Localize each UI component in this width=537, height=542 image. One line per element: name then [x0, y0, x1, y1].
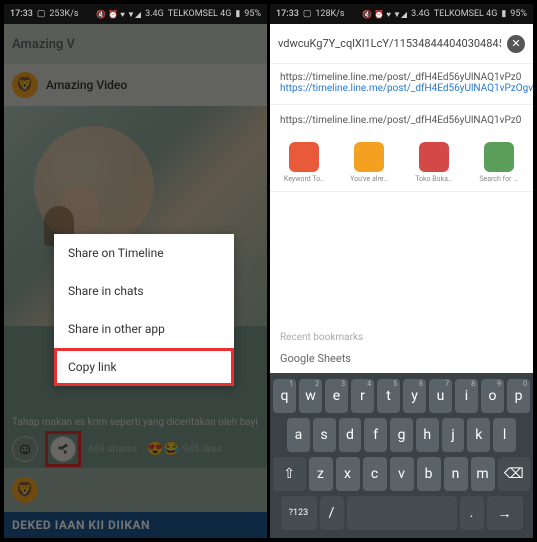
left-phone: 17:33 ▢ 253K/s 🔇 ⏰ ♥ ▼◢ 3.4G TELKOMSEL 4…: [4, 4, 267, 538]
keyboard: q1w2e3r4t5y6u7i8o9p0 asdfghjkl ⇧ zxcvbnm…: [270, 373, 533, 538]
shortcut-1[interactable]: Keyword To…: [274, 142, 335, 183]
shortcut-icon: [484, 142, 514, 172]
status-speed: 128K/s: [315, 9, 344, 19]
key-s[interactable]: s: [313, 418, 336, 452]
enter-key[interactable]: →: [487, 496, 523, 530]
status-bar: 17:33 ▢ 128K/s 🔇 ⏰ ♥ ▼◢ 3.4G TELKOMSEL 4…: [270, 4, 533, 24]
key-d[interactable]: d: [339, 418, 362, 452]
key-m[interactable]: m: [471, 457, 495, 491]
key-w[interactable]: w2: [299, 379, 322, 413]
share-chats[interactable]: Share in chats: [54, 272, 234, 310]
suggestion-line: https://timeline.line.me/post/_dfH4Ed56y…: [280, 115, 523, 126]
backspace-key[interactable]: ⌫: [498, 457, 531, 491]
nfc-icon: ▢: [37, 9, 46, 19]
key-h[interactable]: h: [416, 418, 439, 452]
key-u[interactable]: u7: [429, 379, 452, 413]
key-n[interactable]: n: [444, 457, 468, 491]
key-t[interactable]: t5: [377, 379, 400, 413]
status-time: 17:33: [276, 9, 299, 19]
battery-icon: ▮: [235, 9, 240, 19]
space-key[interactable]: [347, 496, 457, 530]
right-content: vdwcuKg7Y_cqlXl1LcY/1153484440403048457 …: [270, 24, 533, 538]
signal-type: 3.4G: [411, 9, 430, 19]
key-i[interactable]: i8: [455, 379, 478, 413]
key-a[interactable]: a: [287, 418, 310, 452]
nfc-icon: ▢: [303, 9, 312, 19]
suggestion-2[interactable]: https://timeline.line.me/post/_dfH4Ed56y…: [270, 107, 533, 134]
status-time: 17:33: [10, 9, 33, 19]
dot-key[interactable]: .: [460, 496, 484, 530]
battery-icon: ▮: [501, 9, 506, 19]
key-v[interactable]: v: [390, 457, 414, 491]
shortcut-2[interactable]: You've alre…: [339, 142, 400, 183]
carrier: TELKOMSEL 4G: [168, 9, 232, 19]
carrier: TELKOMSEL 4G: [434, 9, 498, 19]
key-f[interactable]: f: [364, 418, 387, 452]
share-timeline[interactable]: Share on Timeline: [54, 234, 234, 272]
key-e[interactable]: e3: [325, 379, 348, 413]
battery-pct: 95%: [244, 9, 261, 19]
shortcut-4[interactable]: Search for …: [468, 142, 529, 183]
copy-link[interactable]: Copy link: [54, 348, 234, 386]
status-icons: 🔇 ⏰ ♥ ▼◢: [362, 10, 407, 19]
suggestion-line: https://timeline.line.me/post/_dfH4Ed56y…: [280, 72, 523, 83]
key-row-1: q1w2e3r4t5y6u7i8o9p0: [273, 379, 530, 413]
shortcut-icon: [419, 142, 449, 172]
status-speed: 253K/s: [49, 9, 78, 19]
key-y[interactable]: y6: [403, 379, 426, 413]
key-g[interactable]: g: [390, 418, 413, 452]
key-x[interactable]: x: [336, 457, 360, 491]
right-phone: 17:33 ▢ 128K/s 🔇 ⏰ ♥ ▼◢ 3.4G TELKOMSEL 4…: [270, 4, 533, 538]
suggestion-1[interactable]: https://timeline.line.me/post/_dfH4Ed56y…: [270, 64, 533, 102]
shortcut-icon: [289, 142, 319, 172]
key-l[interactable]: l: [493, 418, 516, 452]
shift-key[interactable]: ⇧: [273, 457, 306, 491]
clear-icon[interactable]: ✕: [507, 35, 525, 53]
middle-space: Recent bookmarks Google Sheets: [270, 192, 533, 373]
url-text: vdwcuKg7Y_cqlXl1LcY/1153484440403048457: [278, 37, 501, 50]
status-bar: 17:33 ▢ 253K/s 🔇 ⏰ ♥ ▼◢ 3.4G TELKOMSEL 4…: [4, 4, 267, 24]
shortcut-3[interactable]: Toko Buka…: [404, 142, 465, 183]
share-menu: Share on Timeline Share in chats Share i…: [54, 234, 234, 386]
key-b[interactable]: b: [417, 457, 441, 491]
status-icons: 🔇 ⏰ ♥ ▼◢: [96, 10, 141, 19]
key-c[interactable]: c: [363, 457, 387, 491]
google-sheets-item[interactable]: Google Sheets: [280, 352, 351, 365]
key-k[interactable]: k: [467, 418, 490, 452]
battery-pct: 95%: [510, 9, 527, 19]
shortcuts-row: Keyword To… You've alre… Toko Buka… Sear…: [270, 134, 533, 192]
recent-bookmarks-label: Recent bookmarks: [280, 332, 363, 343]
shortcut-icon: [354, 142, 384, 172]
key-j[interactable]: j: [442, 418, 465, 452]
key-o[interactable]: o9: [481, 379, 504, 413]
suggestion-line-active: https://timeline.line.me/post/_dfH4Ed56y…: [280, 83, 523, 94]
slash-key[interactable]: /: [320, 496, 344, 530]
key-p[interactable]: p0: [507, 379, 530, 413]
left-content: Amazing V 🦁 Amazing Video Tahap makan es…: [4, 24, 267, 538]
url-bar[interactable]: vdwcuKg7Y_cqlXl1LcY/1153484440403048457 …: [270, 24, 533, 64]
symbols-key[interactable]: ?123: [281, 496, 317, 530]
key-row-2: asdfghjkl: [273, 418, 530, 452]
key-row-3: ⇧ zxcvbnm ⌫: [273, 457, 530, 491]
share-other-app[interactable]: Share in other app: [54, 310, 234, 348]
key-row-4: ?123 / . →: [273, 496, 530, 530]
key-q[interactable]: q1: [273, 379, 296, 413]
key-z[interactable]: z: [309, 457, 333, 491]
signal-type: 3.4G: [145, 9, 164, 19]
key-r[interactable]: r4: [351, 379, 374, 413]
